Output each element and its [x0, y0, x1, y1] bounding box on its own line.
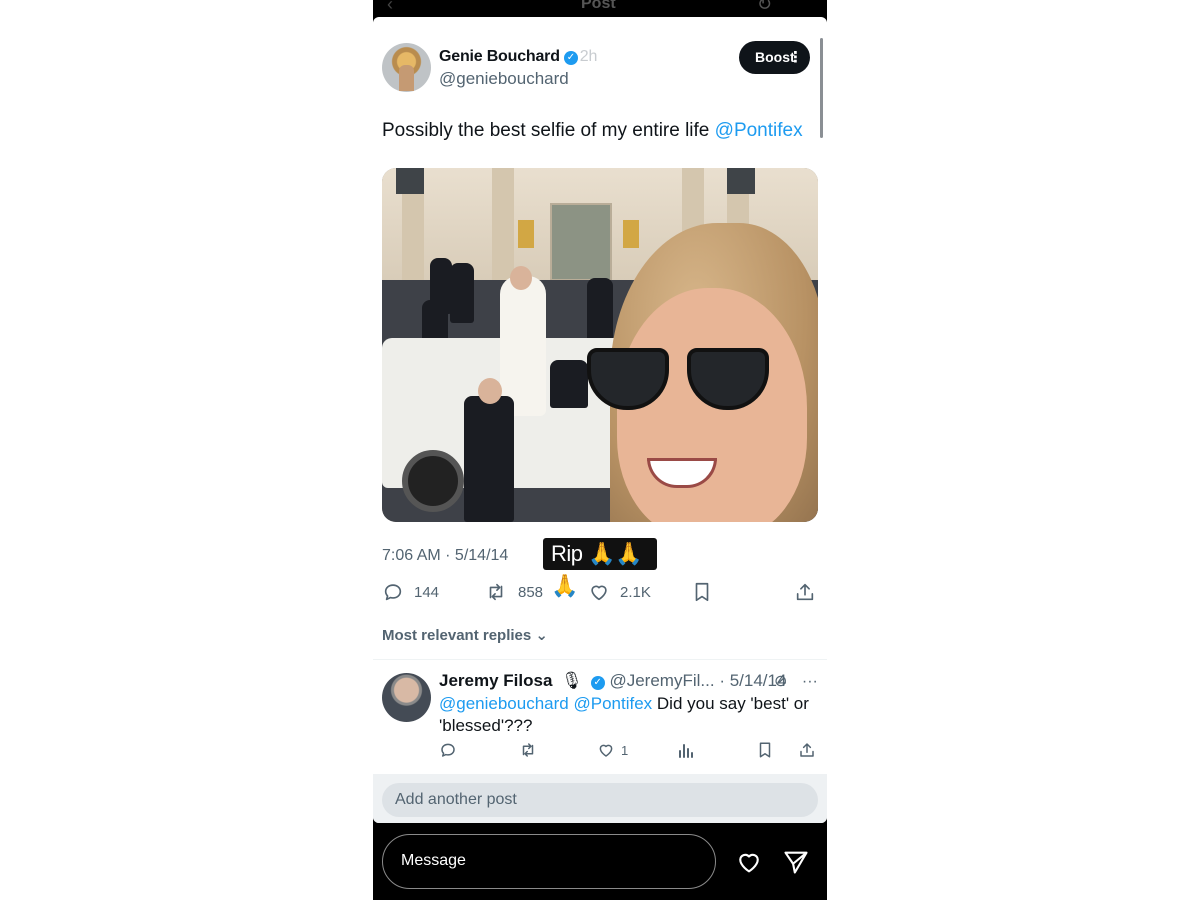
reply-share-button[interactable]: [798, 741, 816, 759]
analytics-icon: [679, 744, 693, 758]
reply-like-button[interactable]: 1: [597, 741, 628, 759]
add-post-bar: Add another post: [373, 774, 827, 823]
bookmark-button[interactable]: [692, 580, 712, 604]
reply-count: 144: [414, 583, 440, 601]
post-timestamp: 7:06 AM · 5/14/14: [382, 547, 509, 564]
story-sticker: Rip 🙏🙏🙏: [543, 538, 657, 598]
grok-icon[interactable]: ⊘: [774, 673, 787, 690]
message-input[interactable]: Message: [382, 834, 716, 889]
reply-avatar[interactable]: [382, 673, 431, 722]
verified-icon: ✓: [590, 676, 605, 690]
scrollbar[interactable]: [820, 38, 823, 138]
bookmark-icon: [695, 582, 709, 602]
author-avatar[interactable]: [382, 43, 431, 92]
post-text-body: Possibly the best selfie of my entire li…: [382, 120, 715, 141]
like-count: 2.1K: [620, 583, 651, 601]
story-viewer: ‹ Post ↻ Genie Bouchard ✓ 2h @geniebouchar…: [373, 0, 827, 900]
heart-icon: [591, 585, 607, 601]
microphone-icon: 🎙: [561, 671, 583, 690]
author-handle[interactable]: @geniebouchard: [439, 69, 569, 89]
reply-like-count: 1: [621, 742, 629, 758]
send-button[interactable]: [781, 848, 811, 881]
send-icon: [784, 851, 808, 874]
reply-repost-button[interactable]: [518, 741, 538, 759]
repost-icon: [522, 743, 534, 757]
post-actions: 144 858 2.1K: [373, 580, 827, 604]
repost-icon: [489, 583, 503, 601]
boost-button[interactable]: Boost ⋮: [739, 41, 810, 74]
post-mention[interactable]: @Pontifex: [715, 120, 803, 141]
like-button[interactable]: 2.1K: [588, 580, 651, 604]
reply-text: @geniebouchard @Pontifex Did you say 'be…: [439, 693, 809, 737]
verified-icon: ✓: [563, 51, 578, 65]
reply-icon: [384, 584, 402, 601]
post-photo[interactable]: [382, 168, 818, 522]
replies-sort-label: Most relevant replies: [382, 627, 532, 644]
reply-actions: 1: [373, 741, 827, 761]
back-icon[interactable]: ‹: [387, 0, 393, 15]
add-post-input[interactable]: Add another post: [382, 783, 818, 817]
author-name[interactable]: Genie Bouchard: [439, 48, 560, 65]
share-icon: [800, 743, 814, 757]
reply-mention-pontifex[interactable]: @Pontifex: [573, 694, 652, 713]
reply-reply-button[interactable]: [439, 741, 457, 759]
more-icon[interactable]: ···: [802, 673, 818, 690]
refresh-icon[interactable]: ↻: [757, 0, 772, 15]
reply-button[interactable]: 144: [382, 580, 439, 604]
post-screenshot: Genie Bouchard ✓ 2h @geniebouchard Boost ⋮…: [373, 17, 827, 823]
top-bar: ‹ Post ↻: [373, 0, 827, 17]
repost-button[interactable]: 858: [484, 580, 543, 604]
page-title: Post: [581, 0, 616, 12]
reply-bookmark-button[interactable]: [757, 741, 773, 759]
time-ago: 2h: [579, 48, 598, 65]
repost-count: 858: [518, 583, 544, 601]
reply-mention-author[interactable]: @geniebouchard: [439, 694, 569, 713]
reply-author-name[interactable]: Jeremy Filosa: [439, 671, 552, 690]
like-story-button[interactable]: [734, 848, 764, 881]
post-text: Possibly the best selfie of my entire li…: [382, 120, 803, 142]
reply-icon: [441, 743, 455, 757]
heart-icon: [599, 744, 613, 757]
replies-sort-toggle[interactable]: Most relevant replies ⌄: [382, 626, 548, 644]
share-button[interactable]: [794, 580, 816, 604]
chevron-down-icon: ⌄: [535, 627, 548, 644]
more-icon[interactable]: ⋮: [788, 41, 803, 74]
divider: [373, 659, 827, 660]
reply-header: Jeremy Filosa 🎙 ✓ @JeremyFil... · 5/14/14: [439, 671, 786, 691]
reply-handle[interactable]: @JeremyFil...: [609, 671, 714, 690]
author-name-line: Genie Bouchard ✓ 2h: [439, 48, 597, 66]
share-icon: [796, 583, 814, 601]
bookmark-icon: [759, 742, 771, 758]
reply-header-actions: ⊘ ···: [774, 671, 818, 691]
heart-icon: [739, 853, 759, 873]
reply-views-button[interactable]: [678, 741, 694, 759]
